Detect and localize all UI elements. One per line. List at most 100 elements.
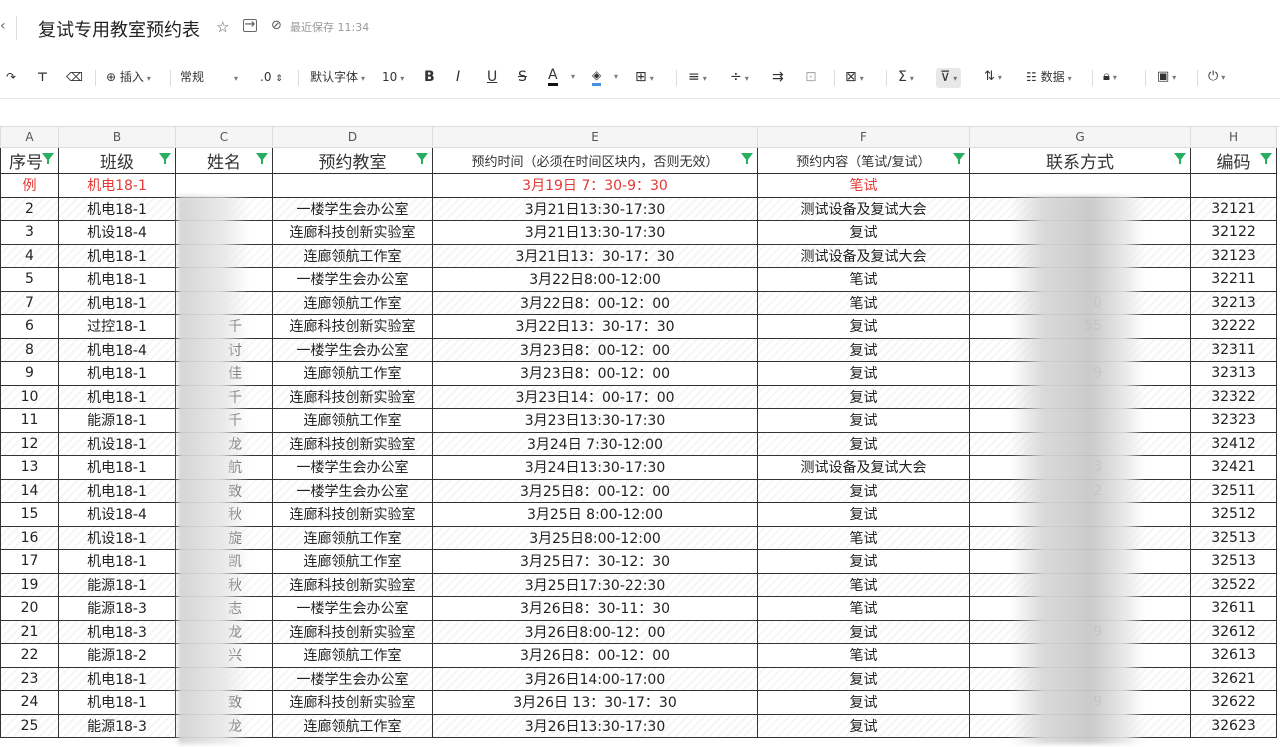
cell-room[interactable]: 连廊科技创新实验室 — [272, 431, 433, 456]
freeze-icon[interactable]: ▣ ▾ — [1157, 68, 1176, 87]
underline-button[interactable]: U — [487, 68, 497, 86]
cell-class[interactable]: 机电18-1 — [58, 690, 176, 715]
cell-class[interactable]: 机电18-1 — [58, 478, 176, 503]
cell-content[interactable]: 笔试 — [757, 173, 970, 198]
cell-time[interactable]: 3月23日8：00-12：00 — [432, 361, 758, 386]
cell-code[interactable]: 32623 — [1190, 713, 1277, 738]
cell-name[interactable] — [175, 196, 273, 221]
wrap-text-icon[interactable]: ⇉ — [772, 68, 784, 86]
cell-time[interactable]: 3月25日17:30-22:30 — [432, 572, 758, 597]
fill-color-icon[interactable]: ◈ — [592, 68, 602, 86]
eraser-icon[interactable]: ⌫ — [66, 68, 83, 86]
cell-name[interactable]: 志 — [175, 596, 273, 621]
filter-icon[interactable] — [256, 153, 268, 164]
cell-contact[interactable] — [969, 337, 1191, 362]
cell-room[interactable]: 一楼学生会办公室 — [272, 337, 433, 362]
border-icon[interactable]: ⊞ ▾ — [635, 68, 654, 88]
cell-class[interactable]: 机电18-3 — [58, 619, 176, 644]
cell-code[interactable]: 32412 — [1190, 431, 1277, 456]
cell-seq[interactable]: 21 — [0, 619, 59, 644]
plugin-icon[interactable]: ⏻ ▾ — [1208, 68, 1225, 87]
merge-cells-icon[interactable]: ⊡ — [805, 68, 817, 86]
cell-code[interactable]: 32222 — [1190, 314, 1277, 339]
filter-icon[interactable] — [1174, 153, 1186, 164]
cell-content[interactable]: 笔试 — [757, 267, 970, 292]
cell-seq[interactable]: 3 — [0, 220, 59, 245]
cell-contact[interactable] — [969, 220, 1191, 245]
cell-class[interactable]: 机电18-1 — [58, 666, 176, 691]
back-icon[interactable]: ‹ — [0, 18, 6, 38]
cell-code[interactable] — [1190, 173, 1277, 198]
cell-name[interactable] — [175, 173, 273, 198]
cell-time[interactable]: 3月22日8:00-12:00 — [432, 267, 758, 292]
cell-seq[interactable]: 23 — [0, 666, 59, 691]
cell-time[interactable]: 3月25日 8:00-12:00 — [432, 502, 758, 527]
cell-class[interactable]: 机设18-4 — [58, 220, 176, 245]
cell-name[interactable]: 旋 — [175, 525, 273, 550]
cell-content[interactable]: 复试 — [757, 361, 970, 386]
cell-code[interactable]: 32421 — [1190, 455, 1277, 480]
cell-time[interactable]: 3月21日13:30-17:30 — [432, 196, 758, 221]
cell-code[interactable]: 32513 — [1190, 525, 1277, 550]
cell-name[interactable] — [175, 290, 273, 315]
column-header[interactable]: G — [969, 126, 1191, 148]
cell-content[interactable]: 复试 — [757, 690, 970, 715]
cell-content[interactable]: 复试 — [757, 549, 970, 574]
cell-class[interactable]: 机电18-1 — [58, 455, 176, 480]
cell-contact[interactable]: 9 — [969, 361, 1191, 386]
cell-code[interactable]: 32313 — [1190, 361, 1277, 386]
cell-room[interactable]: 连廊领航工作室 — [272, 361, 433, 386]
filter-icon[interactable] — [416, 153, 428, 164]
cell-seq[interactable]: 11 — [0, 408, 59, 433]
insert-menu[interactable]: ⊕ 插入 ▾ — [106, 68, 151, 88]
number-format-select[interactable]: 常规 ▾ — [180, 68, 238, 88]
cell-class[interactable]: 机电18-4 — [58, 337, 176, 362]
cell-seq[interactable]: 19 — [0, 572, 59, 597]
move-icon[interactable]: → — [243, 18, 257, 32]
decimal-stepper[interactable]: .0 ⇕ — [260, 68, 283, 88]
header-cell-time[interactable]: 预约时间（必须在时间区块内，否则无效） — [432, 147, 758, 174]
cell-time[interactable]: 3月25日7：30-12：30 — [432, 549, 758, 574]
cell-room[interactable]: 连廊领航工作室 — [272, 643, 433, 668]
bold-button[interactable]: B — [424, 68, 435, 86]
cell-contact[interactable]: 2 — [969, 478, 1191, 503]
cell-contact[interactable]: 3 — [969, 455, 1191, 480]
column-header[interactable]: E — [432, 126, 758, 148]
column-header[interactable]: C — [175, 126, 273, 148]
cell-room[interactable]: 连廊领航工作室 — [272, 243, 433, 268]
cell-name[interactable]: 龙 — [175, 713, 273, 738]
cell-class[interactable]: 机电18-1 — [58, 361, 176, 386]
cell-seq[interactable]: 25 — [0, 713, 59, 738]
column-header[interactable]: F — [757, 126, 970, 148]
font-color-button[interactable]: A — [548, 68, 558, 86]
cell-room[interactable]: 连廊科技创新实验室 — [272, 572, 433, 597]
cell-class[interactable]: 机电18-1 — [58, 549, 176, 574]
format-painter-icon[interactable]: ⊤ — [37, 68, 48, 86]
cell-code[interactable]: 32123 — [1190, 243, 1277, 268]
cell-content[interactable]: 复试 — [757, 502, 970, 527]
cell-class[interactable]: 机电18-1 — [58, 290, 176, 315]
cell-contact[interactable] — [969, 502, 1191, 527]
cell-name[interactable]: 讨 — [175, 337, 273, 362]
cell-contact[interactable]: 9 — [969, 619, 1191, 644]
cell-content[interactable]: 复试 — [757, 431, 970, 456]
cell-time[interactable]: 3月22日13：30-17：30 — [432, 314, 758, 339]
filter-icon[interactable] — [1260, 153, 1272, 164]
cell-time[interactable]: 3月26日8:00-12：00 — [432, 619, 758, 644]
cell-code[interactable]: 32611 — [1190, 596, 1277, 621]
cell-class[interactable]: 机设18-4 — [58, 502, 176, 527]
filter-icon[interactable] — [953, 153, 965, 164]
header-cell-content[interactable]: 预约内容（笔试/复试） — [757, 147, 970, 174]
cell-contact[interactable] — [969, 384, 1191, 409]
filter-icon[interactable] — [159, 153, 171, 164]
cell-room[interactable]: 连廊科技创新实验室 — [272, 220, 433, 245]
cell-seq[interactable]: 5 — [0, 267, 59, 292]
cell-name[interactable]: 龙 — [175, 431, 273, 456]
cell-seq[interactable]: 15 — [0, 502, 59, 527]
cell-room[interactable]: 连廊领航工作室 — [272, 549, 433, 574]
cell-class[interactable]: 机电18-1 — [58, 384, 176, 409]
cell-time[interactable]: 3月25日8:00-12:00 — [432, 525, 758, 550]
cell-name[interactable]: 兴 — [175, 643, 273, 668]
cell-code[interactable]: 32621 — [1190, 666, 1277, 691]
fill-color-dropdown[interactable]: ▾ — [614, 68, 618, 86]
